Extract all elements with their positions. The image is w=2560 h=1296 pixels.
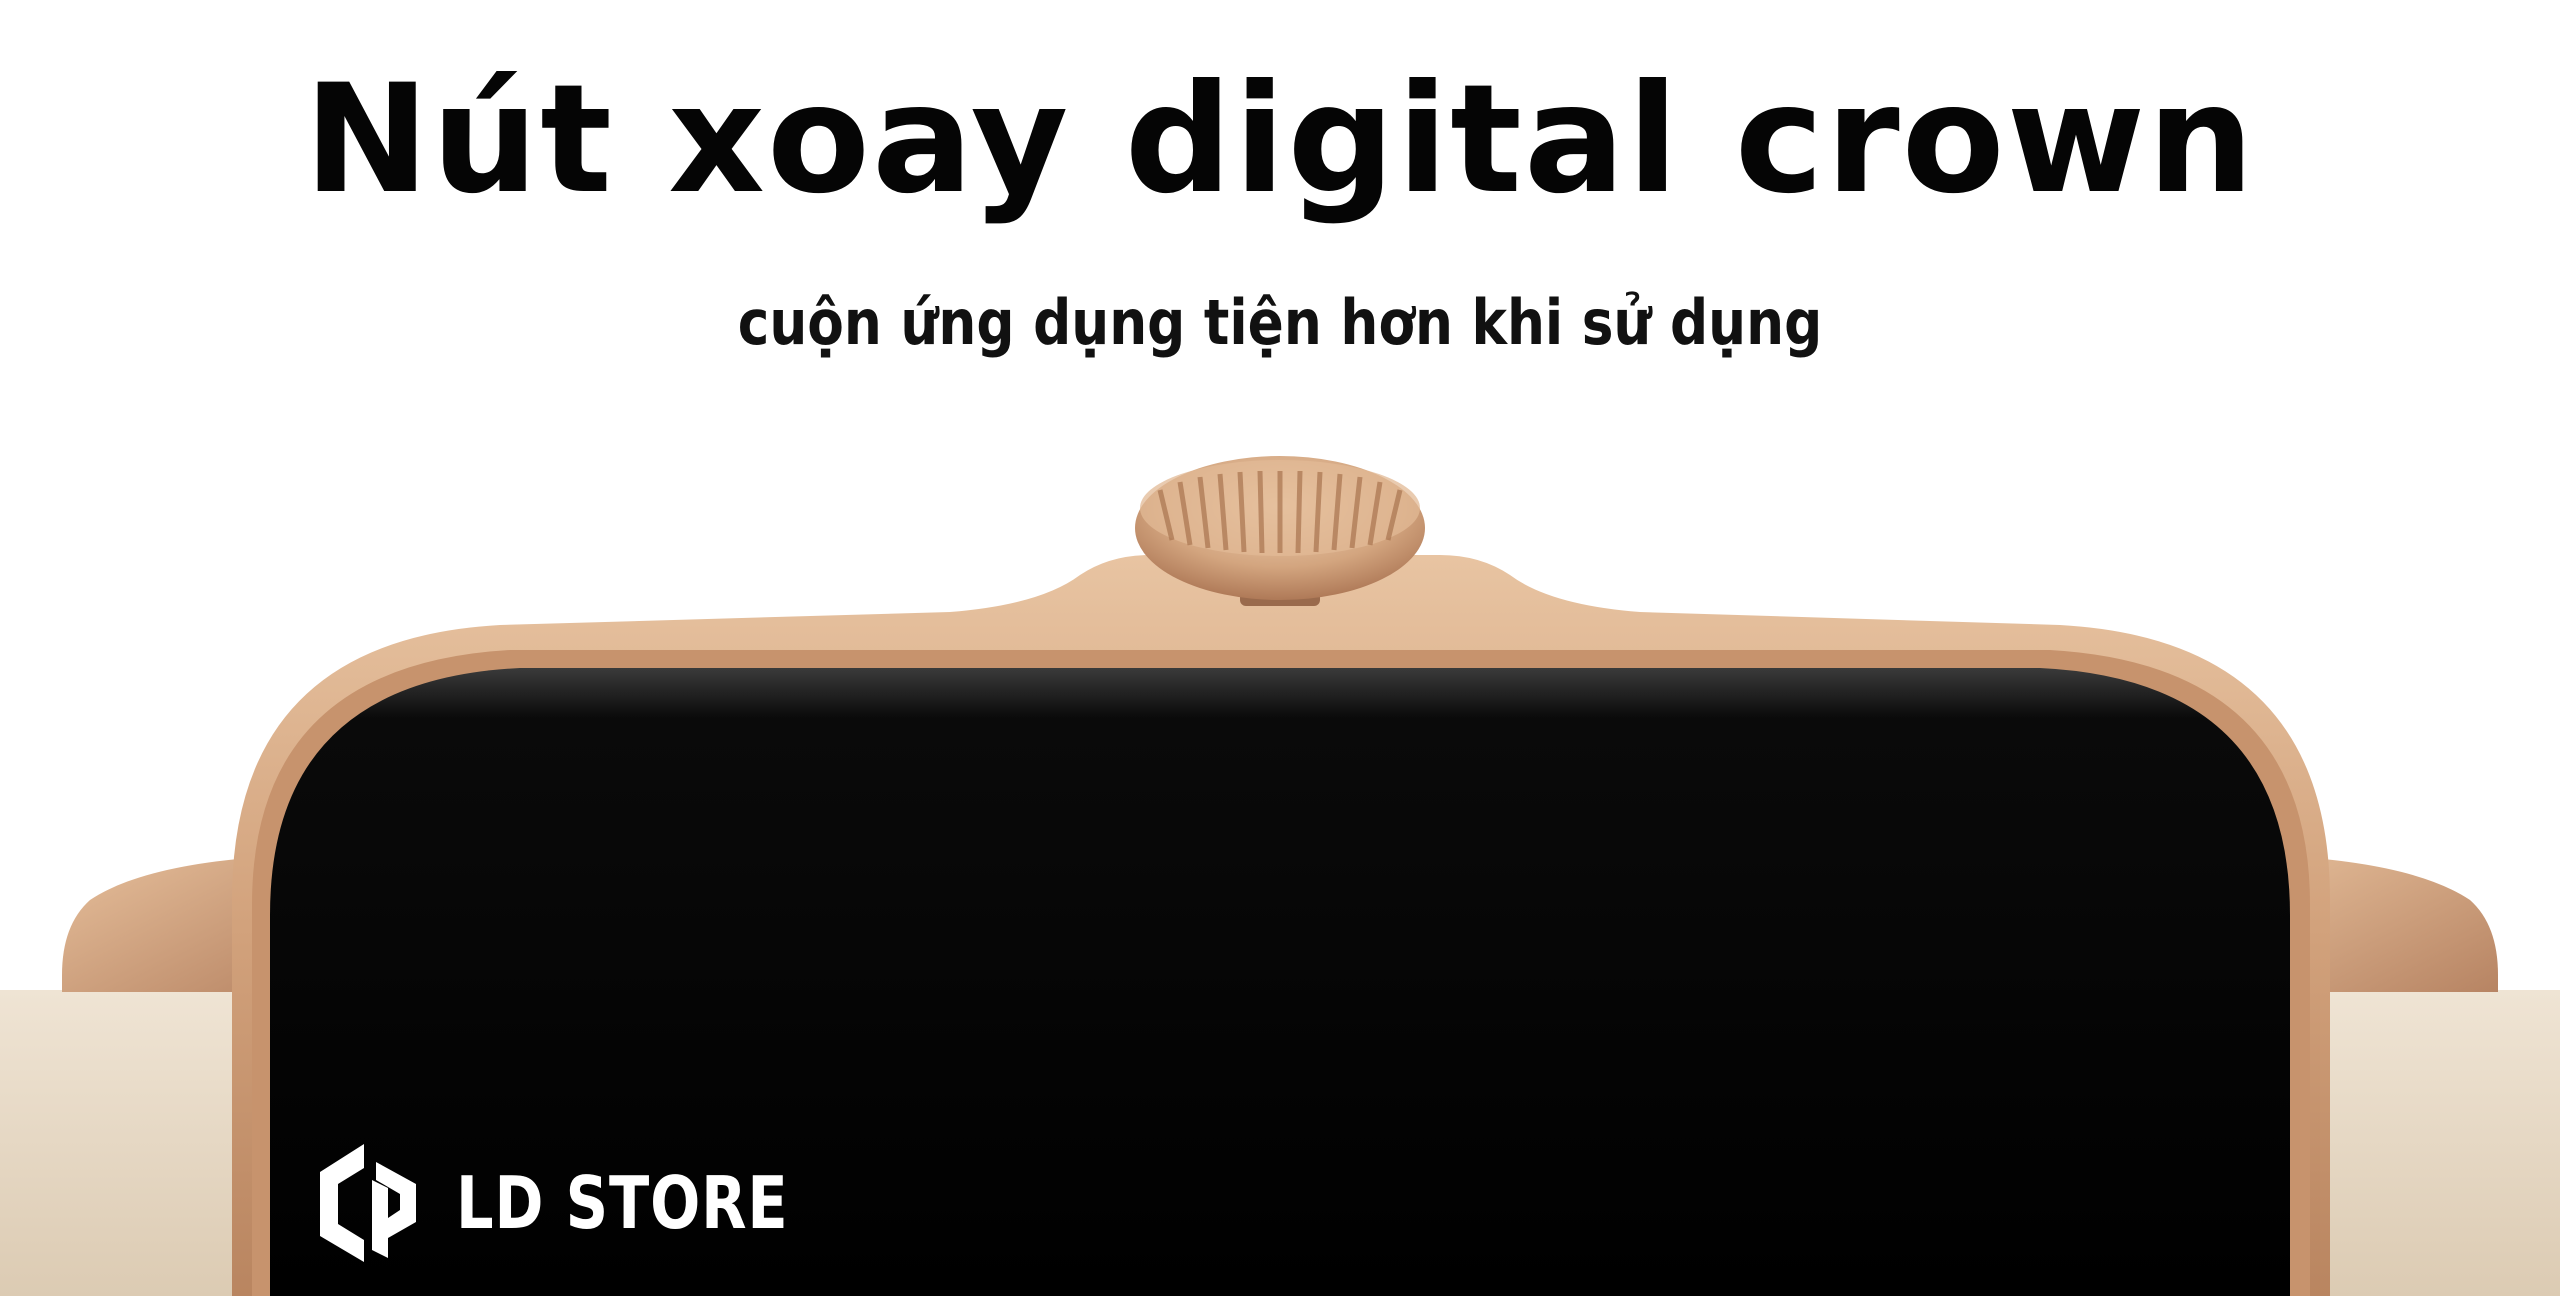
ld-hexagon-logo-icon — [320, 1144, 416, 1262]
brand-logo: LD STORE — [316, 1138, 862, 1268]
left-strap — [0, 990, 260, 1296]
brand-name: LD STORE — [456, 1161, 789, 1245]
right-strap — [2310, 990, 2560, 1296]
subheadline: cuộn ứng dụng tiện hơn khi sử dụng — [737, 286, 1823, 359]
headline: Nút xoay digital crown — [303, 53, 2257, 227]
product-banner: Nút xoay digital crown cuộn ứng dụng tiệ… — [0, 0, 2560, 1296]
